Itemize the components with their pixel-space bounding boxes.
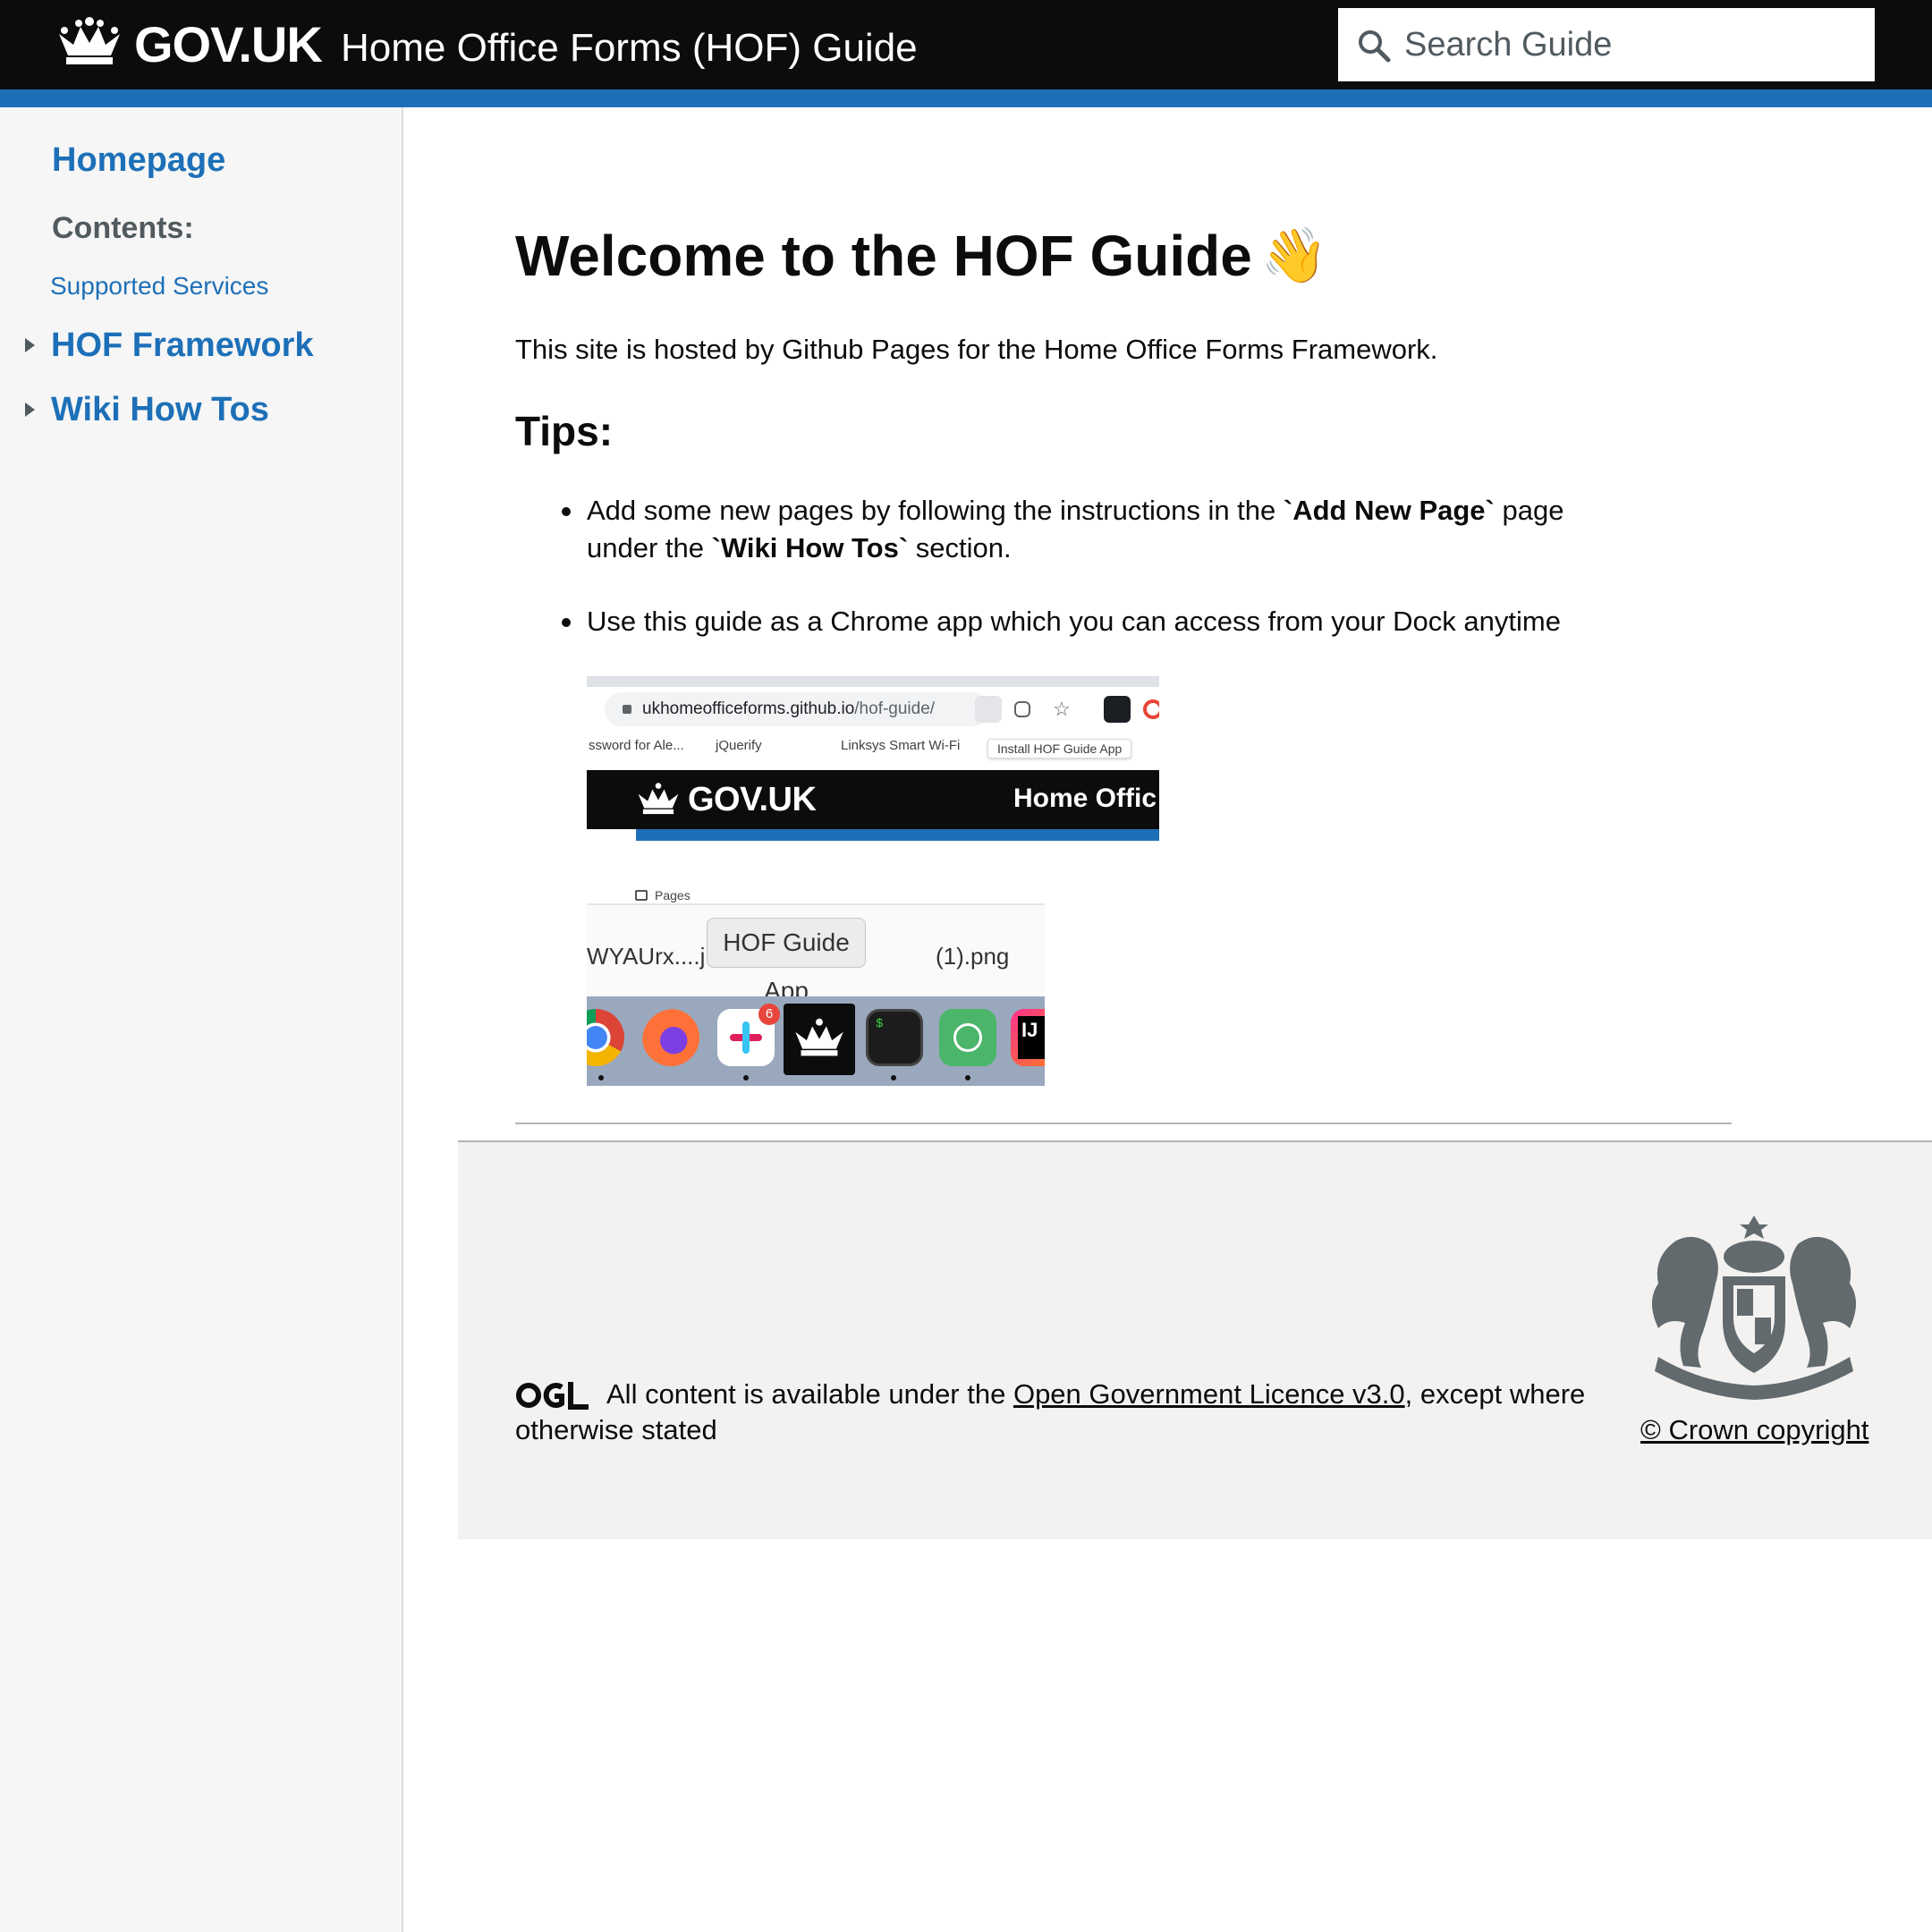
header-blue-stripe [0, 89, 1932, 107]
licence-text: All content is available under the Open … [515, 1378, 1586, 1445]
sidebar-contents-heading: Contents: [52, 211, 194, 245]
section-divider [515, 1123, 1732, 1124]
list-item: Add some new pages by following the inst… [546, 492, 1601, 567]
royal-coat-of-arms-icon [1652, 1216, 1856, 1400]
crown-logo-icon[interactable] [55, 16, 123, 66]
dock-running-dot [743, 1075, 749, 1080]
screenshot-service-text: Home Offic [1013, 784, 1157, 813]
page-icon [635, 890, 648, 901]
bookmark-item: Linksys Smart Wi-Fi [841, 738, 961, 753]
tip-code: `Add New Page` [1283, 495, 1495, 526]
expand-arrow-icon[interactable] [25, 338, 35, 352]
search-box [1338, 8, 1875, 81]
site-header: GOV.UK Home Office Forms (HOF) Guide [0, 0, 1932, 89]
sidebar-item-label[interactable]: HOF Framework [51, 323, 314, 368]
bookmark-item: ssword for Ale... [589, 738, 684, 753]
chrome-extension-icon [1143, 699, 1159, 719]
notification-badge: 6 [758, 1004, 780, 1025]
tips-heading: Tips: [515, 408, 614, 454]
sidebar-item-label[interactable]: Wiki How Tos [51, 387, 269, 432]
tip-text: section. [908, 532, 1012, 564]
share-icon [1014, 701, 1030, 717]
browser-address-bar: ukhomeofficeforms.github.io/hof-guide/ [605, 692, 989, 726]
star-icon: ☆ [1053, 698, 1071, 720]
search-input[interactable] [1404, 10, 1869, 80]
hof-guide-app-icon [784, 1004, 855, 1075]
intellij-icon: IJ [1011, 1009, 1045, 1066]
browser-url: ukhomeofficeforms.github.io/hof-guide/ [642, 699, 936, 718]
screenshot-blue-stripe [636, 829, 1159, 841]
tip-text: Use this guide as a Chrome app which you… [587, 606, 1561, 637]
crown-copyright-link[interactable]: © Crown copyright [1640, 1414, 1868, 1445]
dock-running-dot [891, 1075, 896, 1080]
dock-screenshot: Pages WYAUrx....j (1).png HOF Guide App … [587, 859, 1045, 1086]
sidebar-item-supported-services[interactable]: Supported Services [50, 268, 268, 304]
atom-icon [939, 1009, 996, 1066]
file-name: WYAUrx....j [587, 943, 706, 970]
govuk-logo-link[interactable]: GOV.UK [134, 13, 323, 77]
macos-dock: 6 $ IJ [587, 996, 1045, 1086]
service-name-link[interactable]: Home Office Forms (HOF) Guide [341, 21, 918, 75]
waving-hand-icon: 👋 [1260, 225, 1328, 285]
list-item: Use this guide as a Chrome app which you… [546, 603, 1601, 640]
lock-icon [623, 705, 631, 714]
page-title-text: Welcome to the HOF Guide [515, 224, 1252, 288]
crown-icon [638, 783, 679, 815]
file-name: (1).png [936, 943, 1010, 970]
react-devtools-icon [1104, 696, 1131, 723]
dock-tooltip: HOF Guide App [707, 918, 866, 1004]
page-title: Welcome to the HOF Guide 👋 [515, 218, 1328, 293]
chrome-icon [587, 1009, 624, 1066]
tips-list: Add some new pages by following the inst… [546, 492, 1601, 640]
terminal-icon: $ [866, 1009, 923, 1066]
dock-running-dot [965, 1075, 970, 1080]
dock-running-dot [598, 1075, 604, 1080]
browser-tab-strip [587, 676, 1159, 687]
tip-text: Add some new pages by following the inst… [587, 495, 1284, 526]
site-footer: All content is available under the Open … [458, 1140, 1932, 1539]
pages-label: Pages [635, 887, 691, 903]
search-icon [1359, 30, 1391, 63]
sidebar-homepage-link[interactable]: Homepage [52, 138, 225, 182]
install-app-screenshot: ukhomeofficeforms.github.io/hof-guide/ ☆… [587, 676, 1159, 841]
sidebar-item-wiki-how-tos[interactable]: Wiki How Tos [25, 386, 269, 433]
install-app-icon [975, 696, 1002, 723]
firefox-icon [642, 1009, 699, 1066]
install-tooltip: Install HOF Guide App [987, 739, 1132, 758]
sidebar-nav: Homepage Contents: Supported Services HO… [0, 107, 403, 1932]
sidebar-item-hof-framework[interactable]: HOF Framework [25, 322, 314, 369]
expand-arrow-icon[interactable] [25, 402, 35, 417]
screenshot-govuk-text: GOV.UK [688, 781, 817, 818]
bookmark-item: jQuerify [716, 738, 762, 753]
intro-paragraph: This site is hosted by Github Pages for … [515, 334, 1438, 365]
tip-code: `Wiki How Tos` [711, 532, 909, 564]
ogl-licence-link[interactable]: Open Government Licence v3.0 [1013, 1378, 1405, 1410]
copyright-notice: © Crown copyright [1640, 1412, 1868, 1448]
slack-icon: 6 [717, 1004, 780, 1066]
